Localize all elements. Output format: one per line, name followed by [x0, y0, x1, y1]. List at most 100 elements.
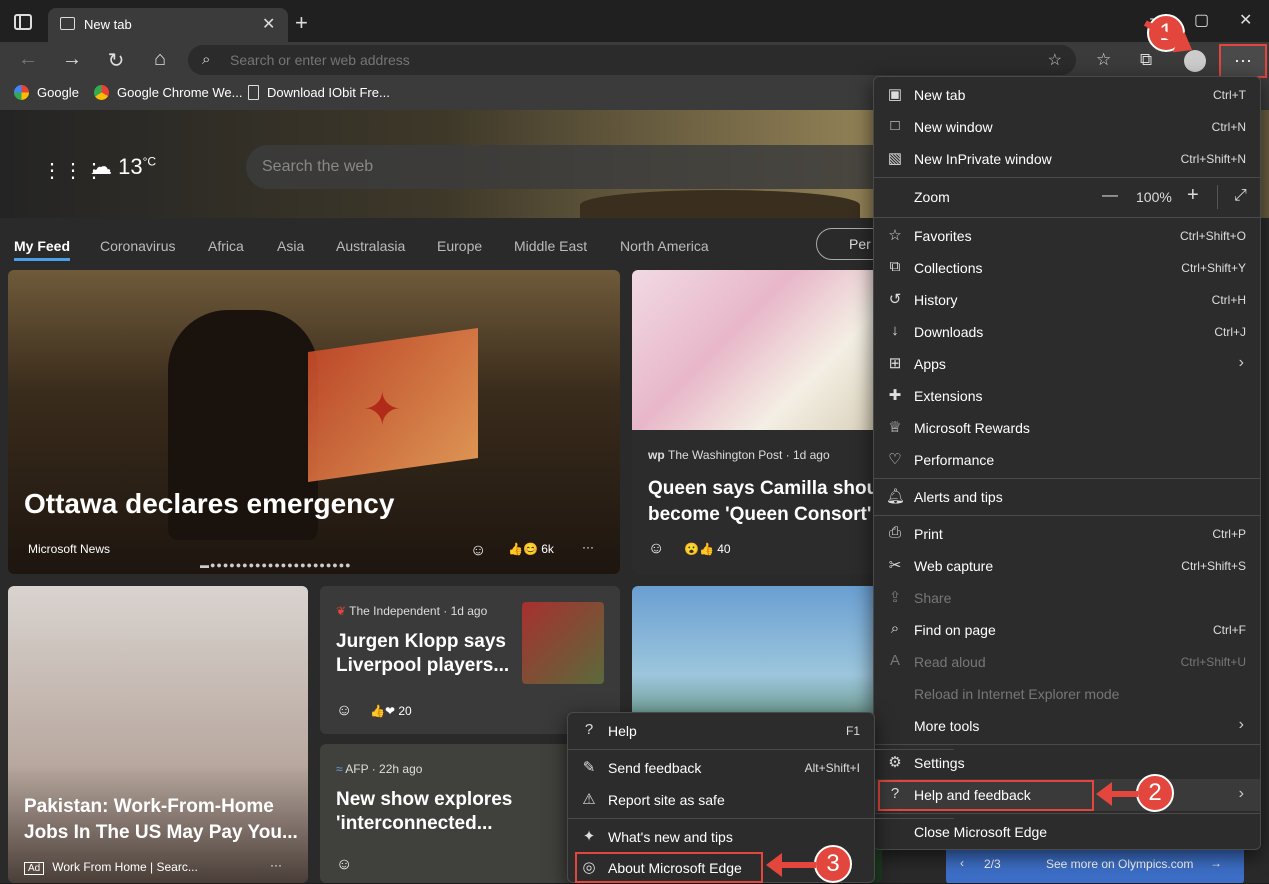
feed-tab-europe[interactable]: Europe: [437, 238, 482, 254]
reaction-count-value: 40: [717, 542, 731, 556]
address-input[interactable]: [230, 49, 990, 71]
bookmark-item[interactable]: Google: [14, 85, 79, 100]
next-arrow-icon[interactable]: →: [1210, 856, 1222, 870]
favorites-icon[interactable]: ☆: [1096, 50, 1111, 70]
submenu-item-send-feedback[interactable]: ✎ Send feedback Alt+Shift+I: [568, 752, 874, 784]
feed-tab-north-america[interactable]: North America: [620, 238, 709, 254]
home-icon[interactable]: ⌂: [146, 48, 174, 71]
card-source: Microsoft News: [28, 542, 111, 556]
menu-divider: [874, 217, 1260, 218]
refresh-icon[interactable]: ↻: [102, 48, 130, 73]
menu-item-close-edge[interactable]: Close Microsoft Edge: [874, 816, 1260, 848]
menu-label: Find on page: [914, 622, 996, 638]
menu-item-rewards[interactable]: ♕ Microsoft Rewards: [874, 412, 1260, 444]
menu-shortcut: Ctrl+Shift+N: [1180, 152, 1246, 166]
add-reaction-icon[interactable]: ☺: [336, 856, 352, 874]
afp-logo-icon: ≈: [336, 762, 346, 776]
zoom-in-icon[interactable]: +: [1187, 184, 1199, 207]
menu-item-favorites[interactable]: ☆ Favorites Ctrl+Shift+O: [874, 220, 1260, 252]
temperature-unit: °C: [142, 154, 157, 169]
menu-label: What's new and tips: [608, 829, 733, 845]
menu-label: Print: [914, 526, 943, 542]
gear-icon: ⚙: [888, 754, 902, 771]
add-favorite-icon[interactable]: ☆: [1048, 50, 1062, 70]
weather-widget[interactable]: ☁ 13°C: [90, 154, 156, 180]
menu-item-apps[interactable]: ⊞ Apps ›: [874, 348, 1260, 380]
web-search-box[interactable]: Search the web: [246, 145, 896, 189]
feed-tab-coronavirus[interactable]: Coronavirus: [100, 238, 175, 254]
menu-item-history[interactable]: ↺ History Ctrl+H: [874, 284, 1260, 316]
feed-tab-africa[interactable]: Africa: [208, 238, 244, 254]
news-card-hero[interactable]: ✦ Ottawa declares emergency Microsoft Ne…: [8, 270, 620, 574]
tab-actions-icon[interactable]: [14, 14, 32, 30]
bookmark-item[interactable]: Google Chrome We...: [94, 85, 242, 100]
feed-tab-my-feed[interactable]: My Feed: [14, 238, 71, 261]
carousel-dots[interactable]: ▬●●●●●●●●●●●●●●●●●●●●●●: [200, 560, 352, 570]
temperature: 13: [118, 154, 143, 179]
menu-item-find[interactable]: ⌕ Find on page Ctrl+F: [874, 614, 1260, 646]
olympics-link[interactable]: See more on Olympics.com: [1046, 857, 1193, 871]
menu-shortcut: Ctrl+Shift+U: [1180, 655, 1246, 669]
card-title: Queen says Camilla shou become 'Queen Co…: [648, 478, 879, 525]
zoom-out-icon[interactable]: —: [1102, 187, 1118, 205]
bookmark-item[interactable]: Download IObit Fre...: [248, 85, 390, 100]
card-title: Ottawa declares emergency: [24, 488, 395, 519]
submenu-item-help[interactable]: ? Help F1: [568, 715, 874, 747]
menu-shortcut: Ctrl+F: [1213, 623, 1246, 637]
menu-item-print[interactable]: ⎙ Print Ctrl+P: [874, 518, 1260, 550]
menu-item-more-tools[interactable]: More tools ›: [874, 710, 1260, 742]
menu-label: New tab: [914, 87, 966, 103]
tab-close-icon[interactable]: ✕: [262, 14, 275, 34]
menu-divider: [874, 744, 1260, 745]
print-icon: ⎙: [888, 524, 901, 541]
card-source: wp The Washington Post · 1d ago: [648, 448, 830, 462]
menu-item-read-aloud: A Read aloud Ctrl+Shift+U: [874, 646, 1260, 678]
menu-item-new-window[interactable]: □ New window Ctrl+N: [874, 111, 1260, 143]
collections-icon[interactable]: ⧉: [1140, 50, 1152, 70]
feed-tab-asia[interactable]: Asia: [277, 238, 304, 254]
extensions-icon: ✚: [888, 387, 902, 404]
menu-shortcut: Alt+Shift+I: [804, 761, 860, 775]
bookmark-label: Google Chrome We...: [117, 85, 243, 100]
menu-item-collections[interactable]: ⧉ Collections Ctrl+Shift+Y: [874, 252, 1260, 284]
add-reaction-icon[interactable]: ☺: [648, 540, 664, 558]
prev-icon[interactable]: ‹: [960, 856, 964, 870]
menu-divider: [874, 515, 1260, 516]
menu-label: Downloads: [914, 324, 984, 340]
menu-item-new-tab[interactable]: ▣ New tab Ctrl+T: [874, 79, 1260, 111]
zoom-divider: [1217, 185, 1218, 209]
address-bar[interactable]: ⌕ ☆: [188, 45, 1076, 75]
back-icon[interactable]: ←: [14, 48, 42, 71]
add-reaction-icon[interactable]: ☺: [336, 702, 352, 720]
settings-and-more-button[interactable]: ···: [1219, 44, 1267, 78]
fullscreen-icon[interactable]: ⤢: [1234, 187, 1247, 205]
feed-tab-middle-east[interactable]: Middle East: [514, 238, 587, 254]
tab-new-tab[interactable]: New tab ✕: [48, 8, 288, 42]
maximize-icon[interactable]: ▢: [1194, 10, 1209, 30]
card-title: New show explores 'interconnected...: [336, 789, 513, 834]
submenu-item-report-safe[interactable]: ⚠ Report site as safe: [568, 784, 874, 816]
more-options-icon[interactable]: ···: [270, 858, 282, 872]
menu-item-web-capture[interactable]: ✂ Web capture Ctrl+Shift+S: [874, 550, 1260, 582]
page-icon: [248, 85, 259, 100]
new-tab-plus-icon[interactable]: +: [295, 10, 308, 36]
more-options-icon[interactable]: ···: [582, 540, 594, 554]
menu-shortcut: Ctrl+Shift+O: [1179, 229, 1246, 243]
new-window-icon: □: [890, 117, 900, 134]
card-source: Ad Work From Home | Searc...: [24, 860, 198, 875]
menu-item-downloads[interactable]: ↓ Downloads Ctrl+J: [874, 316, 1260, 348]
menu-item-performance[interactable]: ♡ Performance: [874, 444, 1260, 476]
menu-item-extensions[interactable]: ✚ Extensions: [874, 380, 1260, 412]
news-card[interactable]: wp The Washington Post · 1d ago Queen sa…: [632, 270, 882, 574]
ad-card[interactable]: Pakistan: Work-From-Home Jobs In The US …: [8, 586, 308, 883]
feed-tab-australasia[interactable]: Australasia: [336, 238, 405, 254]
window-close-icon[interactable]: ✕: [1239, 10, 1252, 30]
menu-item-new-inprivate[interactable]: ▧ New InPrivate window Ctrl+Shift+N: [874, 143, 1260, 175]
menu-divider: [874, 177, 1260, 178]
add-reaction-icon[interactable]: ☺: [470, 542, 486, 560]
menu-item-settings[interactable]: ⚙ Settings: [874, 747, 1260, 779]
menu-label: Microsoft Rewards: [914, 420, 1030, 436]
menu-label: Apps: [914, 356, 946, 372]
forward-icon[interactable]: →: [58, 48, 86, 71]
menu-item-alerts[interactable]: 🔔︎ Alerts and tips: [874, 481, 1260, 513]
